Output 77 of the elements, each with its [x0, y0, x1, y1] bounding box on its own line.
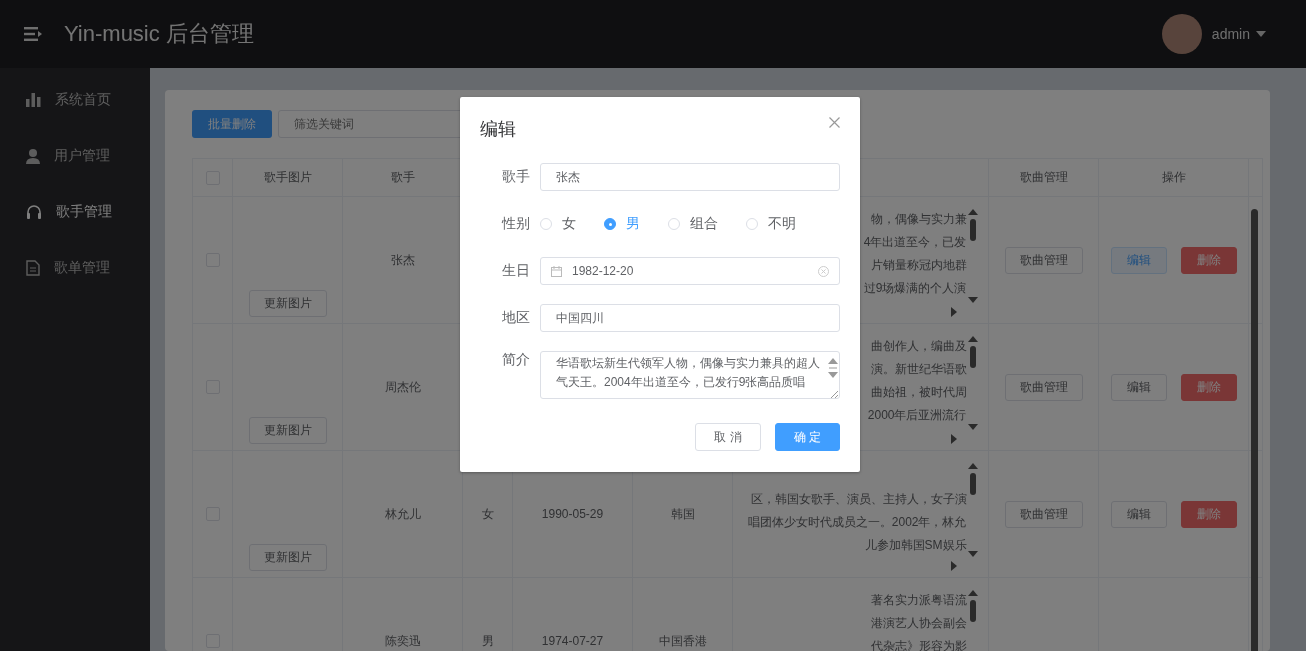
- table-cell: 1974-07-27: [541, 634, 604, 648]
- field-label: 生日: [501, 262, 531, 280]
- confirm-button[interactable]: 确 定: [774, 423, 840, 451]
- intro-text-line: 港演艺人协会副会: [870, 615, 967, 632]
- cancel-button[interactable]: 取 消: [695, 423, 761, 451]
- table-cell: 中国香港: [658, 632, 707, 650]
- sidebar-item[interactable]: 系统首页: [0, 72, 150, 128]
- text-field[interactable]: 张杰: [540, 163, 840, 191]
- table-cell: 男: [481, 632, 494, 650]
- table-cell: 1990-05-29: [541, 507, 604, 521]
- batch-delete-button[interactable]: 批量删除: [192, 110, 272, 138]
- song-management-button[interactable]: 歌曲管理: [1004, 246, 1083, 274]
- headset-icon: [26, 204, 42, 220]
- edit-button[interactable]: 编辑: [1110, 500, 1167, 528]
- text-field[interactable]: 中国四川: [540, 304, 840, 332]
- textarea-field[interactable]: 华语歌坛新生代领军人物，偶像与实力兼具的超人气天王。2004年出道至今，已发行9张高品质唱: [540, 351, 840, 399]
- sidebar-item[interactable]: 用户管理: [0, 128, 150, 184]
- table-cell: 张杰: [390, 251, 415, 269]
- app-title: Yin-music 后台管理: [64, 20, 254, 48]
- intro-text-line: 物，偶像与实力兼: [870, 211, 967, 228]
- radio-option[interactable]: 女: [540, 215, 576, 233]
- dialog-title: 编辑: [480, 118, 516, 141]
- calendar-icon: [551, 265, 562, 277]
- sidebar-item[interactable]: 歌手管理: [0, 184, 150, 240]
- column-header: 操作: [1161, 169, 1186, 186]
- table-cell: 韩国: [670, 505, 695, 523]
- radio-option[interactable]: 不明: [746, 215, 796, 233]
- scroll-right-icon[interactable]: [950, 561, 957, 571]
- scrollbar-icon[interactable]: [827, 356, 839, 398]
- table-cell: 女: [481, 505, 494, 523]
- intro-text-line: 儿参加韩国SM娱乐: [864, 537, 967, 554]
- clear-icon[interactable]: [818, 265, 829, 277]
- radio-option[interactable]: 男: [604, 215, 640, 233]
- delete-button[interactable]: 删除: [1180, 246, 1237, 274]
- scroll-right-icon[interactable]: [950, 307, 957, 317]
- bar-chart-icon: [26, 93, 41, 107]
- intro-text-line: 4年出道至今，已发: [863, 234, 967, 251]
- sidebar-item[interactable]: 歌单管理: [0, 240, 150, 296]
- column-header: 歌手图片: [263, 169, 312, 186]
- username[interactable]: admin: [1211, 26, 1250, 42]
- field-label: 歌手: [501, 168, 531, 186]
- document-icon: [26, 260, 40, 276]
- song-management-button[interactable]: 歌曲管理: [1004, 373, 1083, 401]
- table-cell: 周杰伦: [384, 378, 421, 396]
- field-label: 地区: [501, 309, 531, 327]
- intro-text-line: 著名实力派粤语流: [870, 592, 967, 609]
- table-scrollbar[interactable]: [1251, 209, 1258, 651]
- delete-button[interactable]: 删除: [1180, 373, 1237, 401]
- field-label: 简介: [501, 351, 531, 369]
- column-header: 歌手: [390, 169, 415, 186]
- field-label: 性别: [500, 215, 531, 233]
- intro-text-line: 曲始祖，被时代周: [870, 384, 967, 401]
- song-management-button[interactable]: 歌曲管理: [1004, 500, 1083, 528]
- intro-text-line: 区，韩国女歌手、演员、主持人，女子演: [750, 491, 967, 508]
- radio-option[interactable]: 组合: [668, 215, 718, 233]
- intro-text-line: 过9场爆满的个人演: [863, 280, 967, 297]
- column-header: 歌曲管理: [1019, 169, 1068, 186]
- avatar[interactable]: [1161, 14, 1202, 54]
- intro-text-line: 唱团体少女时代成员之一。2002年，林允: [747, 514, 967, 531]
- date-field[interactable]: 1982-12-20: [540, 257, 840, 285]
- caret-icon[interactable]: [1256, 31, 1266, 37]
- edit-button[interactable]: 编辑: [1110, 246, 1167, 274]
- intro-text-line: 片销量称冠内地群: [870, 257, 967, 274]
- intro-text-line: 演。新世纪华语歌: [870, 361, 967, 378]
- intro-text-line: 曲创作人，编曲及: [870, 338, 967, 355]
- menu-icon[interactable]: [24, 27, 42, 41]
- update-photo-button[interactable]: 更新图片: [248, 290, 327, 317]
- scroll-right-icon[interactable]: [950, 434, 957, 444]
- table-cell: 陈奕迅: [384, 632, 421, 650]
- update-photo-button[interactable]: 更新图片: [248, 544, 327, 571]
- delete-button[interactable]: 删除: [1180, 500, 1237, 528]
- table-cell: 林允儿: [384, 505, 421, 523]
- person-icon: [26, 148, 40, 164]
- close-icon[interactable]: [829, 117, 840, 128]
- update-photo-button[interactable]: 更新图片: [248, 417, 327, 444]
- edit-button[interactable]: 编辑: [1110, 373, 1167, 401]
- intro-text-line: 2000年后亚洲流行: [867, 407, 967, 424]
